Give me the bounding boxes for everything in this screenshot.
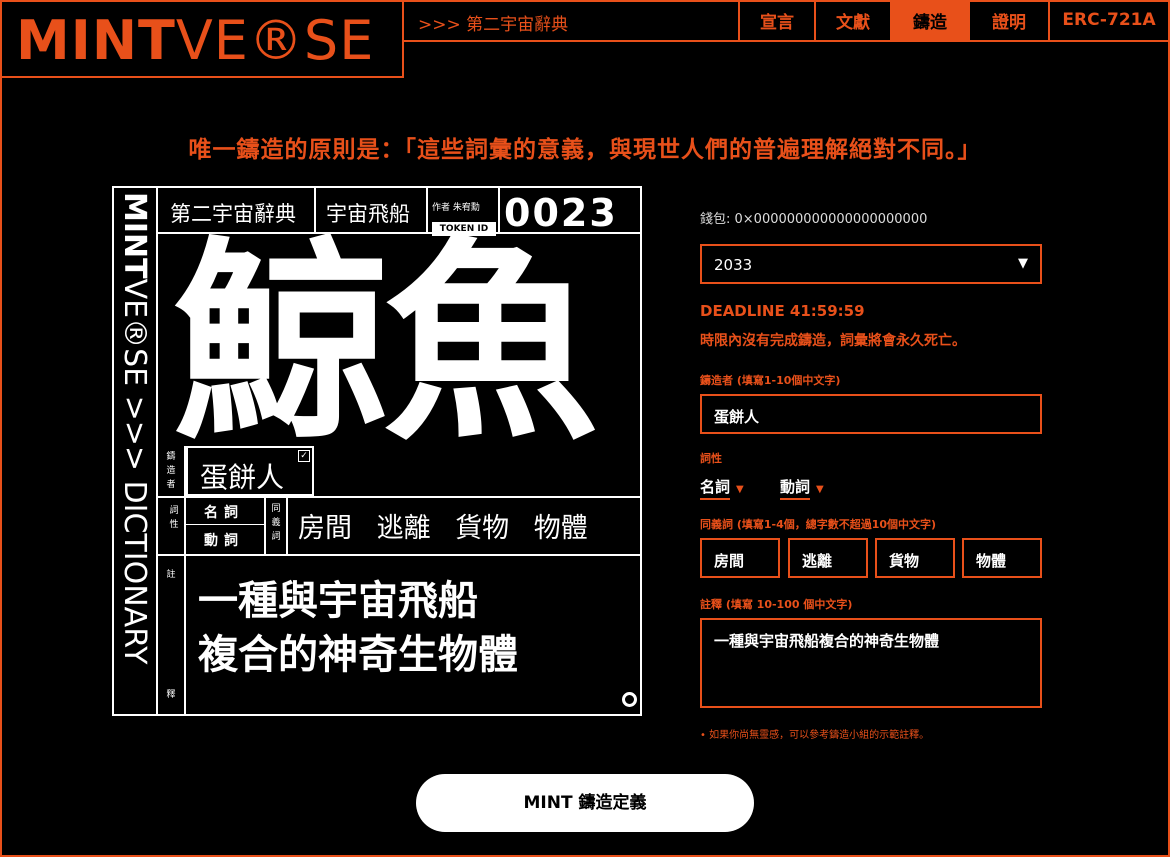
definition-label-bottom: 釋 — [166, 690, 176, 700]
definition-textarea[interactable]: 一種與宇宙飛船複合的神奇生物體 — [700, 618, 1042, 708]
pos-select-noun[interactable]: 名詞 ▼ — [700, 476, 744, 500]
logo-part-r: ® — [248, 9, 304, 72]
synonym-input-value: 逃離 — [802, 552, 833, 570]
synonym-field-label: 同義詞 (填寫1-4個，總字數不超過10個中文字) — [700, 518, 937, 531]
synonym-input-value: 物體 — [976, 552, 1007, 570]
divider — [264, 496, 266, 554]
minter-box: 蛋餅人 ✓ — [186, 446, 314, 496]
minter-input[interactable]: 蛋餅人 — [700, 394, 1042, 434]
minter-input-value: 蛋餅人 — [714, 408, 760, 426]
deadline-warning: 時限內沒有完成鑄造，詞彙將會永久死亡。 — [700, 333, 966, 349]
divider — [156, 554, 642, 556]
wallet-address: 錢包: 0×000000000000000000000 — [700, 212, 928, 227]
headword: 鯨魚 — [174, 216, 598, 469]
definition: 一種與宇宙飛船 複合的神奇生物體 — [198, 574, 638, 682]
pos-field-label: 詞性 — [700, 452, 722, 465]
nav-literature[interactable]: 文獻 — [814, 0, 890, 40]
minting-principle: 唯一鑄造的原則是：「這些詞彙的意義，與現世人們的普遍理解絕對不同。」 — [188, 137, 982, 163]
year-value: 2033 — [714, 256, 753, 274]
pos-select-noun-label: 名詞 — [700, 478, 731, 500]
breadcrumb[interactable]: >>> 第二宇宙辭典 — [418, 10, 568, 35]
synonym-input-3[interactable]: 貨物 — [875, 538, 955, 578]
dropdown-arrow-icon: ▼ — [816, 484, 824, 495]
definition-textarea-value: 一種與宇宙飛船複合的神奇生物體 — [714, 632, 940, 650]
divider — [156, 496, 642, 498]
synonym-input-2[interactable]: 逃離 — [788, 538, 868, 578]
synonym-input-4[interactable]: 物體 — [962, 538, 1042, 578]
mint-button[interactable]: MINT 鑄造定義 — [416, 774, 754, 832]
vertical-title-rest: VE®SE >>> DICTIONARY — [117, 278, 152, 665]
check-icon: ✓ — [298, 450, 310, 462]
nav-proof[interactable]: 證明 — [968, 0, 1048, 40]
vertical-title-bold: MINT — [117, 192, 152, 279]
author: 作者 朱宥勳 — [432, 203, 480, 213]
divider — [156, 188, 158, 714]
divider — [286, 496, 288, 554]
breadcrumb-bar: >>> 第二宇宙辭典 宣言 文獻 鑄造 證明 ERC-721A — [404, 0, 1168, 42]
logo-part-se: SE — [303, 9, 375, 72]
logo-part-ve: VE — [175, 9, 249, 72]
logo-box[interactable]: MINTVE®SE — [0, 0, 404, 78]
minter-label: 鑄造者 — [166, 452, 176, 490]
synonym-input-value: 貨物 — [889, 552, 920, 570]
dictionary-card: MINTVE®SE >>> DICTIONARY 第二宇宙辭典 宇宙飛船 作者 … — [112, 186, 642, 716]
pos-verb: 動詞 — [204, 533, 244, 549]
synonym-label: 同義詞 — [271, 504, 281, 542]
pos-label: 詞性 — [169, 506, 187, 530]
circle-mark-icon — [622, 692, 637, 707]
definition-field-label: 註釋 (填寫 10-100 個中文字) — [700, 598, 853, 611]
nav-mint[interactable]: 鑄造 — [890, 0, 968, 40]
dropdown-arrow-icon: ▼ — [736, 484, 744, 495]
definition-hint[interactable]: • 如果你尚無靈感，可以參考鑄造小組的示範註釋。 — [700, 726, 929, 741]
top-nav: 宣言 文獻 鑄造 證明 ERC-721A — [738, 0, 1168, 40]
logo[interactable]: MINTVE®SE — [16, 6, 374, 76]
minter-field-label: 鑄造者 (填寫1-10個中文字) — [700, 374, 841, 387]
divider — [186, 524, 264, 525]
definition-line: 複合的神奇生物體 — [198, 632, 518, 678]
definition-label-top: 註 — [166, 570, 176, 580]
logo-part-mint: MINT — [16, 9, 176, 72]
nav-erc721a[interactable]: ERC-721A — [1048, 0, 1168, 40]
synonyms: 房間 逃離 貨物 物體 — [298, 513, 588, 544]
synonym-input-value: 房間 — [714, 552, 745, 570]
vertical-title: MINTVE®SE >>> DICTIONARY — [112, 192, 156, 712]
definition-line: 一種與宇宙飛船 — [198, 578, 478, 624]
minter-name: 蛋餅人 — [200, 461, 285, 494]
pos-noun: 名詞 — [204, 505, 244, 521]
deadline-timer: DEADLINE 41:59:59 — [700, 302, 865, 320]
dropdown-arrow-icon: ▼ — [1018, 256, 1028, 271]
pos-select-verb[interactable]: 動詞 ▼ — [780, 476, 824, 500]
synonym-input-1[interactable]: 房間 — [700, 538, 780, 578]
nav-manifesto[interactable]: 宣言 — [738, 0, 814, 40]
year-select[interactable]: 2033 ▼ — [700, 244, 1042, 284]
pos-select-verb-label: 動詞 — [780, 478, 811, 500]
